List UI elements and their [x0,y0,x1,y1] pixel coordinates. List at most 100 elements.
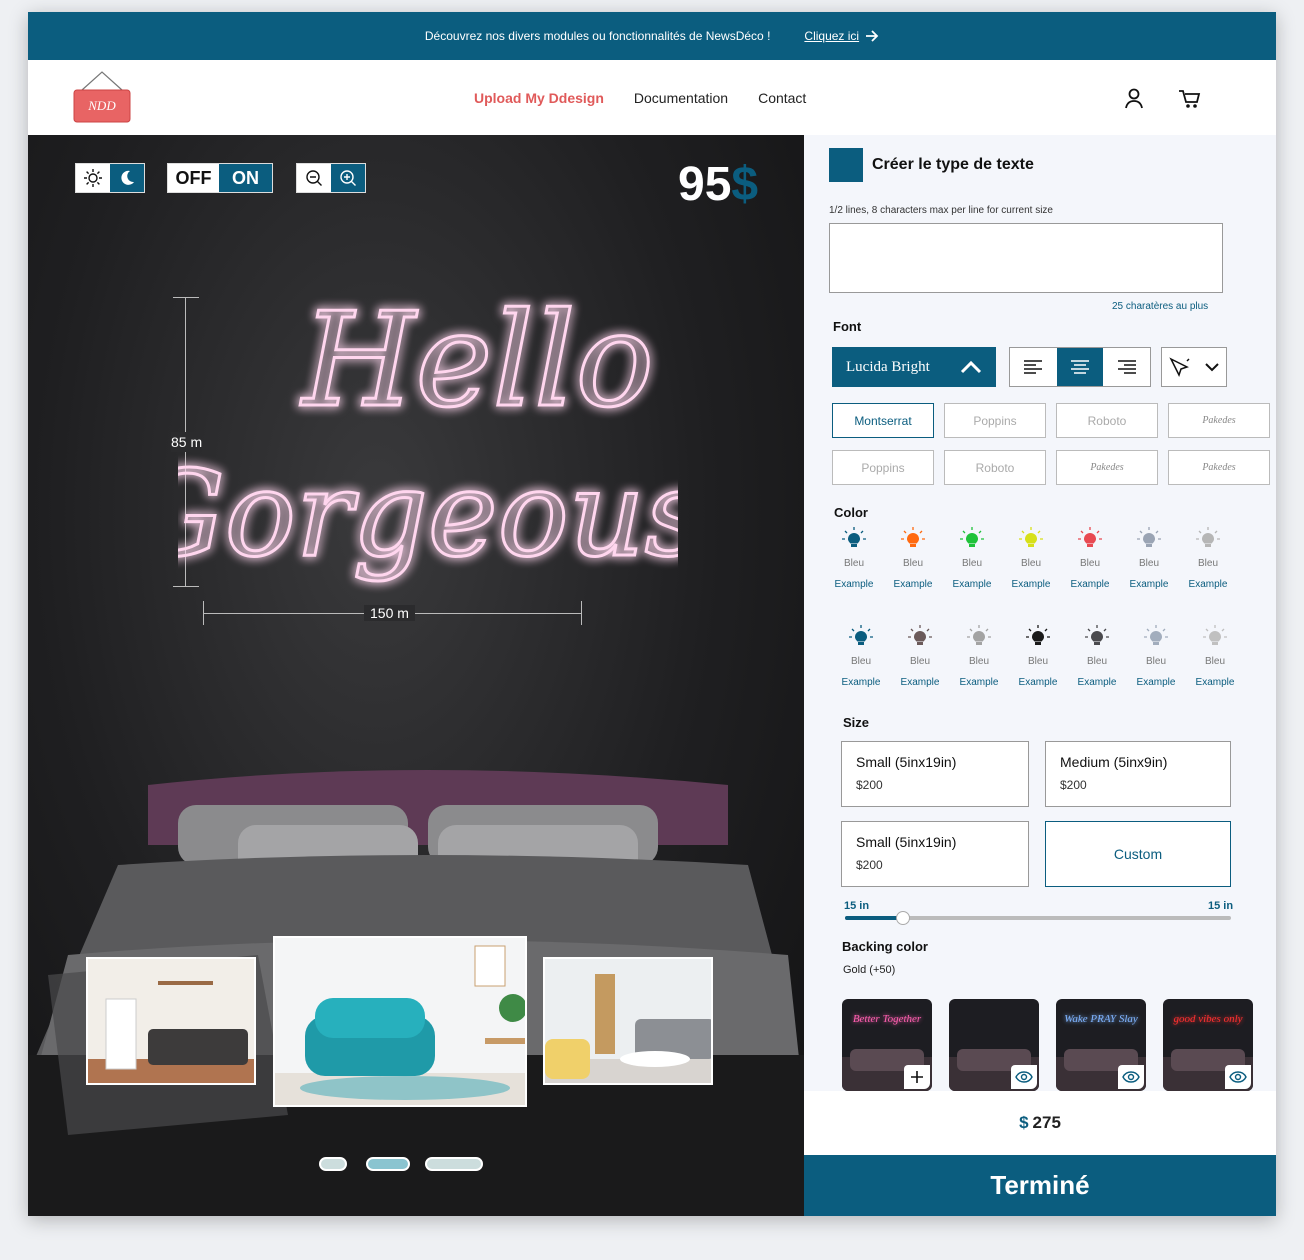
user-icon[interactable] [1124,88,1144,110]
color-option[interactable]: Bleu Example [1003,527,1059,590]
color-option[interactable]: Bleu Example [1069,625,1125,688]
backing-option[interactable]: Better Together [842,999,932,1091]
backing-action[interactable] [1011,1065,1037,1089]
room-thumb-2[interactable] [273,936,527,1107]
size-slider-handle[interactable] [895,911,910,925]
customizer-panel: Créer le type de texte 1/2 lines, 8 char… [804,135,1276,1216]
font-select-value: Lucida Bright [846,358,930,375]
nav-contact[interactable]: Contact [758,90,806,106]
neon-sign[interactable]: Hello Gorgeous [178,255,678,625]
color-option[interactable]: Bleu Example [1187,625,1243,688]
size-custom-button[interactable]: Custom [1045,821,1231,887]
total-amount: 275 [1032,1113,1061,1132]
color-example: Example [1011,579,1051,590]
color-name: Bleu [1086,656,1107,667]
color-option[interactable]: Bleu Example [944,527,1000,590]
size-option-3-price: $200 [856,858,883,872]
color-example: Example [1018,677,1058,688]
banner-link[interactable]: Cliquez ici [804,29,879,43]
moon-icon[interactable] [110,164,144,192]
arrow-right-icon [866,30,879,42]
bulb-icon [1025,625,1051,653]
power-off-option[interactable]: OFF [168,164,220,192]
font-option-6[interactable]: Roboto [944,450,1046,485]
backing-action[interactable] [1225,1065,1251,1089]
panel-title: Créer le type de texte [872,156,1034,173]
align-center-button[interactable] [1056,348,1104,386]
nav-upload-design[interactable]: Upload My Ddesign [474,90,604,106]
font-option-2[interactable]: Poppins [944,403,1046,438]
text-style-select[interactable] [1161,347,1227,387]
color-option[interactable]: Bleu Example [1062,527,1118,590]
neon-line-2: Gorgeous [178,445,678,583]
zoom-toggle[interactable] [296,163,366,193]
zoom-out-icon[interactable] [297,164,331,192]
carousel-dot-1[interactable] [319,1157,347,1171]
backing-option[interactable]: Wake PRAY Slay [1056,999,1146,1091]
font-label: Font [833,319,862,334]
theme-toggle[interactable] [75,163,145,193]
preview-price: 95$ [678,157,758,212]
color-option[interactable]: Bleu Example [826,527,882,590]
color-name: Bleu [1138,558,1159,569]
done-button[interactable]: Terminé [804,1155,1276,1216]
font-option-5[interactable]: Poppins [832,450,934,485]
sun-icon[interactable] [76,164,110,192]
bulb-icon [900,527,926,555]
backing-text: Better Together [852,1013,922,1025]
color-example: Example [900,677,940,688]
sign-text-input[interactable] [829,223,1223,293]
color-option[interactable]: Bleu Example [892,625,948,688]
banner-link-label: Cliquez ici [804,29,860,43]
power-toggle[interactable]: OFF ON [167,163,273,193]
font-option-1[interactable]: Montserrat [832,403,934,438]
size-option-3[interactable]: Small (5inx19in) $200 [841,821,1029,887]
eye-icon [1229,1071,1247,1083]
color-option[interactable]: Bleu Example [833,625,889,688]
color-name: Bleu [1197,558,1218,569]
align-right-button[interactable] [1103,348,1150,386]
color-example: Example [1129,579,1169,590]
font-option-8[interactable]: Pakedes [1168,450,1270,485]
banner-message: Découvrez nos divers modules ou fonction… [424,29,771,43]
color-label: Color [834,505,868,520]
backing-option[interactable] [949,999,1039,1091]
align-left-button[interactable] [1010,348,1057,386]
color-name: Bleu [1020,558,1041,569]
color-example: Example [959,677,999,688]
bulb-icon [1202,625,1228,653]
font-option-3[interactable]: Roboto [1056,403,1158,438]
size-option-2[interactable]: Medium (5inx9in) $200 [1045,741,1231,807]
font-select[interactable]: Lucida Bright [832,347,996,387]
color-option[interactable]: Bleu Example [885,527,941,590]
size-option-1-title: Small (5inx19in) [856,754,957,770]
room-thumb-3[interactable] [543,957,713,1085]
logo[interactable]: NDD [72,70,132,124]
cart-icon[interactable] [1178,88,1202,110]
color-option[interactable]: Bleu Example [1010,625,1066,688]
color-name: Bleu [902,558,923,569]
backing-text: good vibes only [1173,1013,1243,1025]
backing-action[interactable] [904,1065,930,1089]
color-option[interactable]: Bleu Example [951,625,1007,688]
text-align-group [1009,347,1151,387]
backing-option[interactable]: good vibes only [1163,999,1253,1091]
nav-documentation[interactable]: Documentation [634,90,728,106]
size-option-1[interactable]: Small (5inx19in) $200 [841,741,1029,807]
power-on-option[interactable]: ON [219,164,272,192]
carousel-dot-3[interactable] [425,1157,483,1171]
room-thumb-1[interactable] [86,957,256,1085]
color-option[interactable]: Bleu Example [1121,527,1177,590]
eye-icon [1015,1071,1033,1083]
zoom-in-icon[interactable] [331,164,365,192]
font-option-7[interactable]: Pakedes [1056,450,1158,485]
font-option-4[interactable]: Pakedes [1168,403,1270,438]
app-window: Découvrez nos divers modules ou fonction… [28,12,1276,1216]
color-name: Bleu [850,656,871,667]
color-example: Example [841,677,881,688]
color-option[interactable]: Bleu Example [1180,527,1236,590]
color-option[interactable]: Bleu Example [1128,625,1184,688]
backing-action[interactable] [1118,1065,1144,1089]
carousel-dot-2[interactable] [366,1157,410,1171]
color-example: Example [834,579,874,590]
